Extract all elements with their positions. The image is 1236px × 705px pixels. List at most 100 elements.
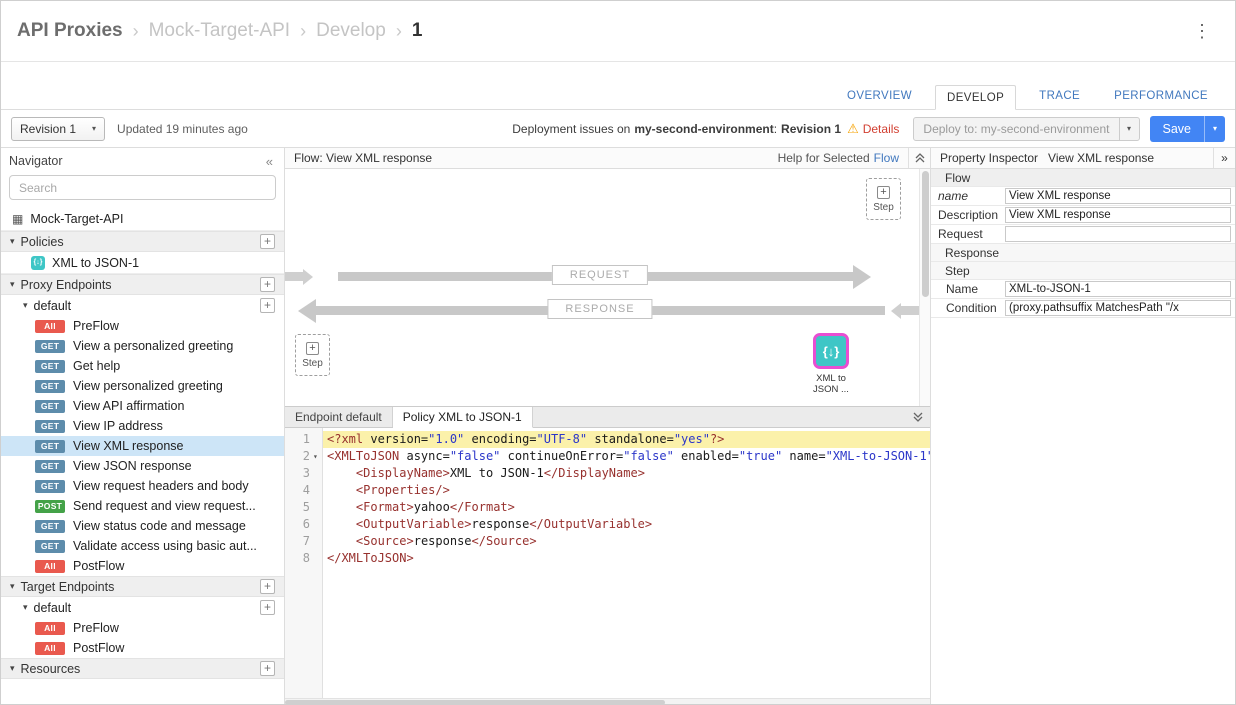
code-text[interactable]: </XMLToJSON> xyxy=(323,550,930,567)
section-policies[interactable]: ▾ Policies + xyxy=(1,231,284,252)
flow-item[interactable]: GET View IP address xyxy=(1,416,284,436)
inspector-value[interactable]: View XML response xyxy=(1005,188,1231,204)
flow-item[interactable]: GET View request headers and body xyxy=(1,476,284,496)
line-number: 5 xyxy=(303,499,310,516)
inspector-value[interactable]: View XML response xyxy=(1005,207,1231,223)
flow-item[interactable]: GET Validate access using basic aut... xyxy=(1,536,284,556)
deployment-warning-text: Deployment issues on xyxy=(512,122,630,136)
editor-horizontal-scrollbar[interactable] xyxy=(285,698,930,705)
flow-item[interactable]: All PreFlow xyxy=(1,618,284,638)
section-resources[interactable]: ▾ Resources + xyxy=(1,658,284,679)
breadcrumb-develop[interactable]: Develop xyxy=(316,20,386,42)
code-text[interactable]: <XMLToJSON async="false" continueOnError… xyxy=(323,448,930,465)
flow-item[interactable]: All PostFlow xyxy=(1,638,284,658)
flow-item[interactable]: GET View a personalized greeting xyxy=(1,336,284,356)
navigator-collapse-icon[interactable]: « xyxy=(263,154,276,169)
flow-item[interactable]: GET View personalized greeting xyxy=(1,376,284,396)
add-target-endpoint-button[interactable]: + xyxy=(260,579,275,594)
scrollbar-thumb[interactable] xyxy=(922,171,929,297)
proxy-endpoint-default[interactable]: ▾ default + xyxy=(1,295,284,316)
collapse-flow-panel-icon[interactable] xyxy=(908,148,930,168)
add-flow-button[interactable]: + xyxy=(260,600,275,615)
section-proxy-endpoints[interactable]: ▾ Proxy Endpoints + xyxy=(1,274,284,295)
scrollbar-thumb[interactable] xyxy=(285,700,665,705)
revision-selector[interactable]: Revision 1 ▾ xyxy=(11,117,105,141)
method-badge: GET xyxy=(35,380,65,393)
inspector-value[interactable]: (proxy.pathsuffix MatchesPath "/x xyxy=(1005,300,1231,316)
tab-trace[interactable]: TRACE xyxy=(1028,84,1091,109)
code-text[interactable]: <?xml version="1.0" encoding="UTF-8" sta… xyxy=(323,431,930,448)
section-target-endpoints[interactable]: ▾ Target Endpoints + xyxy=(1,576,284,597)
code-text[interactable]: <Source>response</Source> xyxy=(323,533,930,550)
line-number: 1 xyxy=(303,431,310,448)
search-input[interactable] xyxy=(9,175,276,200)
fold-marker-icon[interactable] xyxy=(313,448,323,465)
line-number: 8 xyxy=(303,550,310,567)
code-text[interactable]: <Format>yahoo</Format> xyxy=(323,499,930,516)
code-line[interactable]: 6 <OutputVariable>response</OutputVariab… xyxy=(285,516,930,533)
tab-performance[interactable]: PERFORMANCE xyxy=(1103,84,1219,109)
method-badge: GET xyxy=(35,480,65,493)
flow-item[interactable]: GET View XML response xyxy=(1,436,284,456)
add-policy-button[interactable]: + xyxy=(260,234,275,249)
flow-item[interactable]: All PostFlow xyxy=(1,556,284,576)
caret-down-icon[interactable]: ▾ xyxy=(23,300,28,311)
plus-icon: + xyxy=(306,342,319,355)
add-flow-button[interactable]: + xyxy=(260,298,275,313)
method-badge: GET xyxy=(35,520,65,533)
code-text[interactable]: <DisplayName>XML to JSON-1</DisplayName> xyxy=(323,465,930,482)
code-line[interactable]: 4 <Properties/> xyxy=(285,482,930,499)
caret-down-icon[interactable]: ▾ xyxy=(10,236,15,247)
editor-tab[interactable]: Endpoint default xyxy=(285,407,393,427)
code-text[interactable]: <OutputVariable>response</OutputVariable… xyxy=(323,516,930,533)
expand-inspector-icon[interactable]: » xyxy=(1213,148,1235,168)
save-dropdown-caret[interactable]: ▾ xyxy=(1204,116,1225,142)
code-line[interactable]: 3 <DisplayName>XML to JSON-1</DisplayNam… xyxy=(285,465,930,482)
proxy-root-item[interactable]: ▦ Mock-Target-API xyxy=(1,207,284,231)
flow-item[interactable]: GET View status code and message xyxy=(1,516,284,536)
breadcrumb-api-proxies[interactable]: API Proxies xyxy=(17,20,123,42)
target-endpoint-default[interactable]: ▾ default + xyxy=(1,597,284,618)
flow-item[interactable]: GET View API affirmation xyxy=(1,396,284,416)
method-badge: All xyxy=(35,622,65,635)
apigee-proxy-editor: API Proxies › Mock-Target-API › Develop … xyxy=(0,0,1236,705)
flow-item[interactable]: All PreFlow xyxy=(1,316,284,336)
inspector-value[interactable] xyxy=(1005,226,1231,242)
inspector-value[interactable]: XML-to-JSON-1 xyxy=(1005,281,1231,297)
details-link[interactable]: Details xyxy=(863,122,900,136)
collapse-editor-panel-icon[interactable] xyxy=(906,407,930,427)
method-badge: All xyxy=(35,642,65,655)
overflow-menu-icon[interactable]: ⋮ xyxy=(1185,19,1219,44)
breadcrumb-proxy-name[interactable]: Mock-Target-API xyxy=(149,20,290,42)
caret-down-icon[interactable]: ▾ xyxy=(10,581,15,592)
code-line[interactable]: 8 </XMLToJSON> xyxy=(285,550,930,567)
code-text[interactable]: <Properties/> xyxy=(323,482,930,499)
add-proxy-endpoint-button[interactable]: + xyxy=(260,277,275,292)
add-resource-button[interactable]: + xyxy=(260,661,275,676)
add-step-button-left[interactable]: + Step xyxy=(295,334,330,376)
flow-item[interactable]: GET Get help xyxy=(1,356,284,376)
flow-item[interactable]: GET View JSON response xyxy=(1,456,284,476)
policy-item[interactable]: {↓} XML to JSON-1 xyxy=(1,252,284,274)
property-inspector-subtitle: View XML response xyxy=(1048,151,1154,165)
xml-to-json-policy-node[interactable]: {↓} XML to JSON ... xyxy=(813,333,866,396)
tab-develop[interactable]: DEVELOP xyxy=(935,85,1016,110)
save-button[interactable]: Save ▾ xyxy=(1150,116,1226,142)
code-area[interactable]: 1 <?xml version="1.0" encoding="UTF-8" s… xyxy=(285,428,930,698)
editor-tab[interactable]: Policy XML to JSON-1 xyxy=(393,407,533,428)
code-line[interactable]: 2 <XMLToJSON async="false" continueOnErr… xyxy=(285,448,930,465)
flow-help-link[interactable]: Flow xyxy=(874,151,899,165)
add-step-button-top[interactable]: + Step xyxy=(866,178,901,220)
inspector-label: Flow xyxy=(938,171,1012,185)
flow-item[interactable]: POST Send request and view request... xyxy=(1,496,284,516)
code-line[interactable]: 7 <Source>response</Source> xyxy=(285,533,930,550)
caret-down-icon[interactable]: ▾ xyxy=(10,279,15,290)
tab-overview[interactable]: OVERVIEW xyxy=(836,84,923,109)
flow-scrollbar[interactable] xyxy=(919,169,930,406)
code-line[interactable]: 5 <Format>yahoo</Format> xyxy=(285,499,930,516)
breadcrumb-revision: 1 xyxy=(412,20,423,42)
deploy-environment-select[interactable]: Deploy to: my-second-environment ▾ xyxy=(913,117,1139,141)
caret-down-icon[interactable]: ▾ xyxy=(10,663,15,674)
caret-down-icon[interactable]: ▾ xyxy=(23,602,28,613)
code-line[interactable]: 1 <?xml version="1.0" encoding="UTF-8" s… xyxy=(285,431,930,448)
